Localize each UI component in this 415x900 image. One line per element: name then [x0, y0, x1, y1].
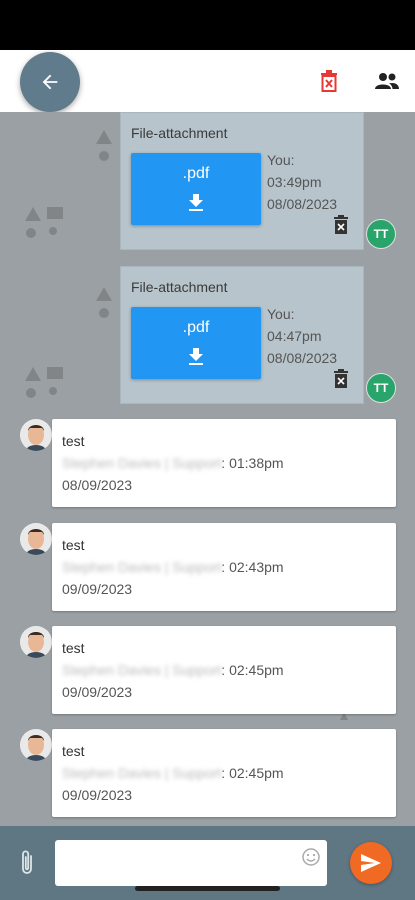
- message-date: 08/09/2023: [62, 477, 133, 493]
- message-text: test: [62, 743, 85, 759]
- agent-face-icon: [20, 419, 52, 451]
- message-text: test: [62, 433, 85, 449]
- message-card: test Stephen Davies | Support : 02:43pm …: [52, 523, 396, 611]
- message-sender-line: Stephen Davies | Support : 01:38pm: [62, 455, 284, 471]
- agent-avatar: [20, 626, 52, 658]
- delete-attachment-icon[interactable]: [333, 369, 349, 389]
- chat-area[interactable]: File-attachment .pdf You: 03:49pm 08/08/…: [0, 112, 415, 826]
- message-card: test Stephen Davies | Support : 01:38pm …: [52, 419, 396, 507]
- message-time: : 02:45pm: [221, 765, 284, 781]
- message-sender: Stephen Davies | Support: [62, 662, 222, 678]
- attachment-sender: You:: [267, 152, 295, 168]
- message-date: 09/09/2023: [62, 787, 133, 803]
- pdf-download-button[interactable]: .pdf: [131, 307, 261, 379]
- message-sender-line: Stephen Davies | Support : 02:45pm: [62, 765, 284, 781]
- message-sender-line: Stephen Davies | Support : 02:45pm: [62, 662, 284, 678]
- download-icon: [189, 348, 203, 365]
- agent-face-icon: [20, 523, 52, 555]
- back-button[interactable]: [20, 52, 80, 112]
- attachment-date: 08/08/2023: [267, 196, 338, 212]
- delete-chat-button[interactable]: [316, 68, 342, 94]
- message-input[interactable]: [55, 840, 327, 886]
- attachment-meta: You: 03:49pm 08/08/2023: [267, 149, 337, 215]
- participants-button[interactable]: [373, 68, 401, 94]
- user-avatar-tt: TT: [366, 373, 396, 403]
- attach-button[interactable]: [14, 848, 40, 878]
- arrow-left-icon: [42, 74, 58, 90]
- message-text: test: [62, 537, 85, 553]
- attachment-title: File-attachment: [131, 279, 228, 295]
- paperclip-icon: [22, 850, 32, 874]
- message-date: 09/09/2023: [62, 684, 133, 700]
- user-avatar-tt: TT: [366, 219, 396, 249]
- attachment-bubble: File-attachment .pdf You: 03:49pm 08/08/…: [120, 112, 364, 250]
- attachment-meta: You: 04:47pm 08/08/2023: [267, 303, 337, 369]
- home-indicator: [135, 886, 280, 891]
- send-button[interactable]: [350, 842, 392, 884]
- message-item: test Stephen Davies | Support : 02:45pm …: [20, 729, 396, 819]
- message-item: test Stephen Davies | Support : 02:43pm …: [20, 523, 396, 613]
- message-item: test Stephen Davies | Support : 02:45pm …: [20, 626, 396, 716]
- attachment-time: 04:47pm: [267, 328, 322, 344]
- agent-avatar: [20, 523, 52, 555]
- message-item: test Stephen Davies | Support : 01:38pm …: [20, 419, 396, 509]
- attachment-time: 03:49pm: [267, 174, 322, 190]
- pdf-file-label: .pdf: [182, 165, 210, 182]
- delete-attachment-icon[interactable]: [333, 215, 349, 235]
- pdf-file-label: .pdf: [182, 319, 210, 336]
- emoji-icon[interactable]: [300, 846, 322, 868]
- message-card: test Stephen Davies | Support : 02:45pm …: [52, 626, 396, 714]
- status-bar: [0, 0, 415, 50]
- message-card: test Stephen Davies | Support : 02:45pm …: [52, 729, 396, 817]
- delete-chat-icon: [321, 70, 337, 92]
- download-icon: [189, 194, 203, 211]
- agent-face-icon: [20, 729, 52, 761]
- message-sender: Stephen Davies | Support: [62, 765, 222, 781]
- people-icon: [375, 73, 399, 89]
- attachment-date: 08/08/2023: [267, 350, 338, 366]
- agent-face-icon: [20, 626, 52, 658]
- attachment-bubble: File-attachment .pdf You: 04:47pm 08/08/…: [120, 266, 364, 404]
- attachment-sender: You:: [267, 306, 295, 322]
- pdf-download-button[interactable]: .pdf: [131, 153, 261, 225]
- message-date: 09/09/2023: [62, 581, 133, 597]
- attachment-title: File-attachment: [131, 125, 228, 141]
- message-sender: Stephen Davies | Support: [62, 559, 222, 575]
- agent-avatar: [20, 419, 52, 451]
- message-time: : 02:43pm: [221, 559, 284, 575]
- chat-header: [0, 50, 415, 112]
- message-time: : 02:45pm: [221, 662, 284, 678]
- send-icon: [361, 854, 381, 872]
- message-sender: Stephen Davies | Support: [62, 455, 222, 471]
- message-time: : 01:38pm: [221, 455, 284, 471]
- agent-avatar: [20, 729, 52, 761]
- message-text: test: [62, 640, 85, 656]
- message-sender-line: Stephen Davies | Support : 02:43pm: [62, 559, 284, 575]
